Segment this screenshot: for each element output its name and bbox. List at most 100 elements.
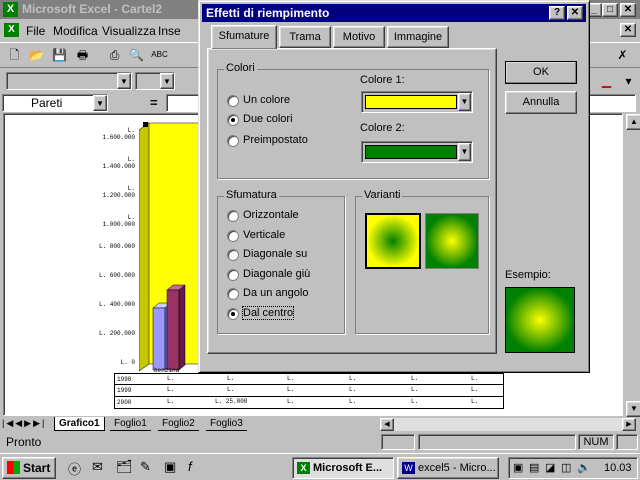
vertical-scrollbar[interactable]: ▲ ▼ (626, 114, 640, 417)
edit-icon[interactable]: ✎ (140, 459, 151, 475)
tab-sfumature[interactable]: Sfumature (211, 25, 277, 49)
tab-scroll-arrows-icon[interactable]: |◀◀▶▶| (2, 418, 46, 429)
colore1-picker[interactable]: ▼ (361, 91, 473, 113)
ok-button[interactable]: OK (505, 61, 577, 84)
colore2-swatch (365, 145, 457, 159)
excel-app-icon[interactable]: X (3, 2, 18, 17)
volume-icon[interactable]: 🔈 (577, 461, 591, 474)
tab-immagine[interactable]: Immagine (387, 26, 449, 48)
table-row-label: 2000 (117, 399, 132, 406)
toolbar-arrow-icon[interactable]: ▾ (618, 72, 639, 92)
radio-label: Da un angolo (243, 287, 309, 299)
print-icon[interactable]: 🖶 (72, 46, 93, 66)
close-button[interactable]: ✕ (620, 3, 636, 17)
radio-label: Orizzontale (243, 209, 299, 221)
name-box[interactable]: Pareti ▼ (2, 94, 108, 112)
radio-label: Due colori (243, 113, 293, 125)
menu-modifica[interactable]: Modifica (53, 24, 98, 38)
dialog-close-button[interactable]: ✕ (567, 6, 583, 20)
tab-trama[interactable]: Trama (279, 26, 331, 48)
table-cell: L. (349, 386, 357, 393)
table-cell: L. (287, 398, 295, 405)
colore2-label: Colore 2: (360, 122, 405, 134)
radio-circle (227, 114, 239, 126)
explorer-icon[interactable]: 🗂 (116, 459, 133, 475)
dialog-title-bar[interactable]: Effetti di riempimento ? ✕ (202, 4, 586, 22)
status-panel (381, 434, 415, 450)
variant-1-selected[interactable] (365, 213, 421, 269)
radio-circle (227, 249, 239, 261)
workbook-icon[interactable]: X (4, 23, 19, 37)
size-combo[interactable]: ▼ (135, 72, 175, 90)
y-tick-label: L. 600.000 (98, 272, 135, 279)
task-word[interactable]: W excel5 - Micro... (397, 457, 499, 479)
taskbar: Start ⓔ ✉ 🗂 ✎ ▣ f X Microsoft E... W exc… (0, 453, 640, 480)
tray-icon[interactable]: ▤ (529, 461, 539, 474)
radio-circle (227, 230, 239, 242)
y-tick-label: L. 1.000.000 (102, 214, 135, 228)
save-icon[interactable]: 💾 (49, 46, 70, 66)
menu-file[interactable]: File (26, 24, 45, 38)
tab-label: Immagine (393, 31, 443, 43)
table-cell: L. (167, 375, 175, 382)
tab-motivo[interactable]: Motivo (333, 26, 385, 48)
radio-label: Diagonale su (243, 248, 308, 260)
y-tick-label: L. 400.000 (98, 301, 135, 308)
tab-foglio3[interactable]: Foglio3 (206, 417, 247, 431)
scroll-down-icon[interactable]: ▼ (626, 401, 640, 417)
task-excel[interactable]: X Microsoft E... (292, 457, 394, 479)
chevron-down-icon[interactable]: ▼ (458, 93, 471, 111)
font-combo[interactable]: ▼ (6, 72, 132, 90)
chevron-down-icon[interactable]: ▼ (458, 143, 471, 161)
scroll-left-icon[interactable]: ◀ (380, 418, 394, 431)
radio-circle (227, 288, 239, 300)
table-cell: L. (349, 375, 357, 382)
start-button[interactable]: Start (2, 457, 56, 479)
annulla-label: Annulla (522, 96, 560, 108)
open-icon[interactable]: 📂 (26, 46, 47, 66)
outlook-icon[interactable]: ✉ (92, 459, 103, 475)
tab-grafico1[interactable]: Grafico1 (54, 417, 105, 431)
tray-icon[interactable]: ◪ (545, 461, 555, 474)
media-icon[interactable]: ▣ (164, 459, 176, 475)
chevron-down-icon[interactable]: ▼ (117, 73, 131, 89)
table-cell: L. (287, 375, 295, 382)
tray-icon[interactable]: ▣ (513, 461, 523, 474)
tab-foglio1[interactable]: Foglio1 (110, 417, 151, 431)
font-icon[interactable]: f (188, 459, 192, 474)
chevron-down-icon[interactable]: ▼ (93, 95, 107, 111)
radio-dot (231, 118, 235, 122)
fill-effects-dialog: Effetti di riempimento ? ✕ Sfumature Tra… (198, 0, 590, 373)
font-color-icon[interactable]: ▁ (596, 72, 617, 92)
variant-2[interactable] (425, 213, 479, 269)
maximize-button[interactable]: □ (602, 3, 618, 17)
radio-dot (231, 312, 235, 316)
table-cell: L. (471, 386, 479, 393)
scroll-up-icon[interactable]: ▲ (626, 114, 640, 130)
spelling-icon[interactable]: ABC (149, 46, 170, 66)
chevron-down-icon[interactable]: ▼ (160, 73, 174, 89)
tab-label: Foglio3 (210, 418, 243, 429)
annulla-button[interactable]: Annulla (505, 91, 577, 114)
clock[interactable]: 10.03 (604, 462, 632, 474)
print-preview-icon[interactable]: ⎙ (104, 46, 125, 66)
radio-label: Preimpostato (243, 134, 308, 146)
new-icon[interactable]: 🗋 (4, 46, 25, 66)
tray-icon[interactable]: ◫ (561, 461, 571, 474)
menu-inserisci[interactable]: Inse (158, 24, 181, 38)
radio-circle (227, 95, 239, 107)
tab-foglio2[interactable]: Foglio2 (158, 417, 199, 431)
menu-visualizza[interactable]: Visualizza (102, 24, 156, 38)
colore2-picker[interactable]: ▼ (361, 141, 473, 163)
help-button[interactable]: ? (549, 6, 565, 20)
tab-label: Foglio1 (114, 418, 147, 429)
esempio-preview (505, 287, 575, 353)
zoom-icon[interactable]: 🔍 (126, 46, 147, 66)
horizontal-scrollbar[interactable] (394, 418, 622, 431)
ie-icon[interactable]: ⓔ (68, 459, 81, 478)
colore1-label: Colore 1: (360, 74, 405, 86)
formula-equals-sign[interactable]: = (150, 95, 158, 110)
toolbar-right-icon[interactable]: ✗ (612, 46, 633, 66)
doc-close-button[interactable]: ✕ (620, 23, 636, 37)
scroll-right-icon[interactable]: ▶ (622, 418, 636, 431)
